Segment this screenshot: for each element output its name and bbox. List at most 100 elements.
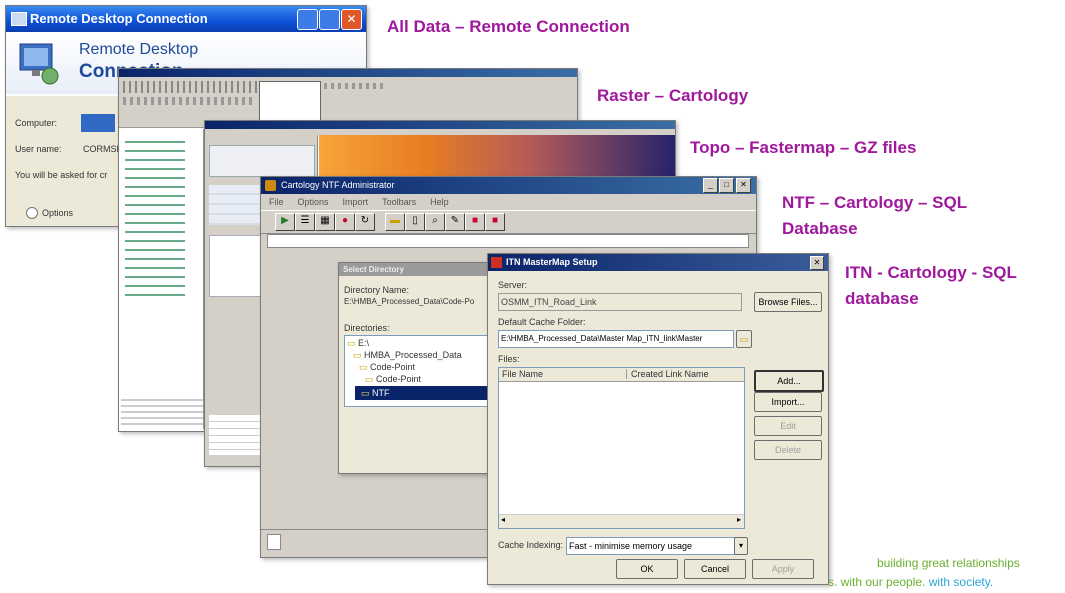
files-table-hscrollbar[interactable]: ◂ ▸ <box>499 514 744 528</box>
tagline-line2-b: with society. <box>928 575 994 589</box>
folder-icon[interactable]: ▬ <box>385 213 405 231</box>
itn-titlebar: ITN MasterMap Setup <box>488 254 828 271</box>
cache-indexing-dropdown[interactable]: ▾ <box>734 537 748 555</box>
menu-options[interactable]: Options <box>298 195 329 209</box>
select-dir-title: Select Directory <box>343 265 404 274</box>
folder-browse-button[interactable]: ▭ <box>736 330 752 348</box>
refresh-icon[interactable]: ↻ <box>355 213 375 231</box>
raster-status-block <box>121 399 203 427</box>
tree-item-drive[interactable]: ▭ E:\ <box>347 338 369 349</box>
rdc-brand-line1: Remote Desktop <box>79 41 199 58</box>
select-dir-titlebar: Select Directory <box>339 263 499 276</box>
raster-toolbar-row3 <box>324 83 384 89</box>
label-rdc: All Data – Remote Connection <box>387 17 630 36</box>
rdc-prompt-text: You will be asked for cr <box>15 170 108 180</box>
raster-toolbar-row2 <box>123 97 253 105</box>
cancel-button[interactable]: Cancel <box>684 559 746 579</box>
computer-input[interactable] <box>81 114 115 132</box>
ntf-minimize-button[interactable]: _ <box>703 178 718 193</box>
search-icon[interactable]: ⌕ <box>425 213 445 231</box>
delete-button[interactable]: Delete <box>754 440 822 460</box>
ntf-status-field <box>267 534 281 550</box>
col-created-link-name[interactable]: Created Link Name <box>631 369 709 379</box>
tree-item-processed[interactable]: ▭ HMBA_Processed_Data <box>353 350 462 361</box>
rdc-close-button[interactable]: ✕ <box>341 9 362 30</box>
label-itn-line2: database <box>845 289 919 308</box>
itn-close-button[interactable]: ✕ <box>810 256 824 270</box>
itn-title: ITN MasterMap Setup <box>506 257 598 267</box>
tagline-line1: building great relationships <box>877 556 1020 570</box>
menu-help[interactable]: Help <box>430 195 449 209</box>
raster-titlebar <box>119 69 577 77</box>
tree-item-codepoint-1-label: Code-Point <box>370 362 416 372</box>
tree-item-ntf-label: NTF <box>372 388 390 398</box>
cache-indexing-label: Cache Indexing: <box>498 540 564 550</box>
col-file-name[interactable]: File Name <box>502 369 627 379</box>
stop-icon[interactable]: ● <box>335 213 355 231</box>
topo-map-canvas[interactable] <box>319 135 675 181</box>
ok-button[interactable]: OK <box>616 559 678 579</box>
folder-open-icon: ▭ <box>353 350 362 360</box>
tree-item-codepoint-2[interactable]: ▭ Code-Point <box>365 374 421 385</box>
server-field[interactable]: OSMM_ITN_Road_Link <box>498 293 742 311</box>
rdc-maximize-button[interactable] <box>319 9 340 30</box>
itn-setup-dialog: ITN MasterMap Setup ✕ Server: OSMM_ITN_R… <box>487 253 829 585</box>
topo-pane-item-1 <box>209 145 315 177</box>
cache-folder-field[interactable]: E:\HMBA_Processed_Data\Master Map_ITN_li… <box>498 330 734 348</box>
rdc-title: Remote Desktop Connection <box>30 11 208 26</box>
options-expand-icon[interactable] <box>26 207 38 219</box>
menu-file[interactable]: File <box>269 195 284 209</box>
label-raster: Raster – Cartology <box>597 86 749 105</box>
tree-item-codepoint-1[interactable]: ▭ Code-Point <box>359 362 415 373</box>
document-icon[interactable]: ▯ <box>405 213 425 231</box>
directories-label: Directories: <box>344 323 390 333</box>
import-button[interactable]: Import... <box>754 392 822 412</box>
scroll-right-icon[interactable]: ▸ <box>737 515 741 524</box>
chevron-down-icon: ▾ <box>738 541 743 550</box>
grid-icon[interactable]: ▦ <box>315 213 335 231</box>
files-table[interactable]: File Name Created Link Name ◂ ▸ <box>498 367 745 529</box>
dir-name-value: E:\HMBA_Processed_Data\Code-Po <box>344 297 475 306</box>
tree-item-codepoint-2-label: Code-Point <box>376 374 422 384</box>
ntf-maximize-button[interactable]: □ <box>719 178 734 193</box>
options-link[interactable]: Options <box>42 208 73 218</box>
menu-toolbars[interactable]: Toolbars <box>382 195 416 209</box>
ntf-titlebar: Cartology NTF Administrator <box>261 177 756 194</box>
raster-tree-lines <box>125 141 185 301</box>
apply-button[interactable]: Apply <box>752 559 814 579</box>
itn-app-icon <box>491 257 502 268</box>
ntf-workspace <box>267 234 749 248</box>
open-icon[interactable]: ▶ <box>275 213 295 231</box>
label-topo: Topo – Fastermap – GZ files <box>690 138 917 157</box>
cache-folder-label: Default Cache Folder: <box>498 317 586 327</box>
directory-tree[interactable]: ▭ E:\ ▭ HMBA_Processed_Data ▭ Code-Point… <box>344 335 499 407</box>
ntf-title: Cartology NTF Administrator <box>281 180 395 190</box>
label-ntf-line2: Database <box>782 219 858 238</box>
tree-item-processed-label: HMBA_Processed_Data <box>364 350 462 360</box>
cache-indexing-select[interactable]: Fast - minimise memory usage <box>566 537 738 555</box>
folder-icon: ▭ <box>361 388 370 398</box>
export-icon[interactable]: ■ <box>465 213 485 231</box>
browse-files-button[interactable]: Browse Files... <box>754 292 822 312</box>
tagline-line2-a: s. with our people. <box>828 575 926 589</box>
menu-import[interactable]: Import <box>343 195 369 209</box>
edit-button[interactable]: Edit <box>754 416 822 436</box>
scroll-left-icon[interactable]: ◂ <box>501 515 505 524</box>
files-label: Files: <box>498 354 520 364</box>
label-ntf-line1: NTF – Cartology – SQL <box>782 193 968 212</box>
folder-icon: ▭ <box>739 334 749 344</box>
username-value: CORMSE <box>83 144 123 154</box>
files-table-header: File Name Created Link Name <box>499 368 744 382</box>
raster-toolbar-row1 <box>123 81 273 93</box>
ntf-close-button[interactable]: ✕ <box>736 178 751 193</box>
folder-open-icon: ▭ <box>365 374 374 384</box>
server-label: Server: <box>498 280 528 290</box>
add-button[interactable]: Add... <box>754 370 824 392</box>
rdc-minimize-button[interactable] <box>297 9 318 30</box>
ntf-toolbar: ▶ ☰ ▦ ● ↻ ▬ ▯ ⌕ ✎ ■ ■ <box>261 210 756 234</box>
tree-item-ntf[interactable]: ▭ NTF <box>355 386 495 400</box>
list-icon[interactable]: ☰ <box>295 213 315 231</box>
tools-icon[interactable]: ✎ <box>445 213 465 231</box>
tagline-line2: s. with our people. with society. <box>828 575 993 589</box>
delete-icon[interactable]: ■ <box>485 213 505 231</box>
